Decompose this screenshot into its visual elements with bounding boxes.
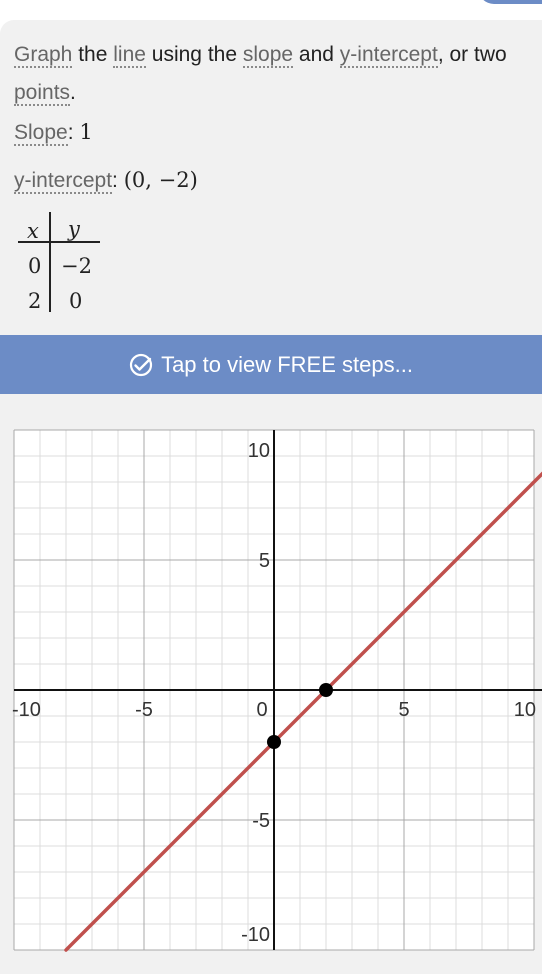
x-tick-label: 10	[514, 699, 536, 721]
x-tick-label: 0	[256, 699, 267, 721]
graph-area: -10 -5 0 5 10 10 5 -5 -10	[0, 400, 542, 974]
explanation-text: Graph the line using the slope and y-int…	[14, 36, 534, 112]
x-tick-label: -5	[135, 699, 153, 721]
y-tick-label: 10	[248, 440, 270, 462]
intro-text: and	[293, 43, 340, 66]
view-steps-button[interactable]: Tap to view FREE steps...	[0, 335, 542, 394]
y-tick-label: -10	[241, 924, 270, 946]
table-cell-x: 2	[28, 289, 42, 313]
intro-sentence: Graph the line using the slope and y-int…	[14, 36, 534, 112]
table-column-rule	[49, 212, 51, 312]
intro-text: using the	[145, 43, 243, 66]
slope-row: Slope: 1	[14, 120, 93, 146]
table-cell-y: 0	[69, 289, 83, 313]
y-tick-label: 5	[259, 550, 270, 572]
term-line[interactable]: line	[113, 43, 146, 68]
data-point	[319, 683, 333, 697]
intercept-sep: :	[112, 169, 124, 192]
table-header-x: x	[27, 219, 39, 243]
data-point	[267, 735, 281, 749]
view-steps-label: Tap to view FREE steps...	[161, 351, 413, 377]
table-header-y: y	[68, 217, 80, 241]
y-tick-label: -5	[252, 810, 270, 832]
line-graph: -10 -5 0 5 10 10 5 -5 -10	[12, 429, 542, 952]
term-graph[interactable]: Graph	[14, 43, 73, 68]
top-tab-decoration	[478, 0, 542, 4]
intro-text: , or two	[437, 43, 507, 66]
check-circle-icon	[129, 353, 153, 376]
slope-value: 1	[79, 120, 93, 144]
term-slope-label[interactable]: Slope	[14, 121, 68, 146]
term-points[interactable]: points	[14, 81, 71, 106]
intercept-value: (0, −2)	[123, 168, 198, 192]
table-cell-x: 0	[28, 254, 42, 278]
term-intercept-label[interactable]: y-intercept	[14, 169, 113, 194]
term-y-intercept[interactable]: y-intercept	[339, 43, 438, 68]
intro-text: the	[72, 43, 114, 66]
slope-sep: :	[67, 121, 80, 144]
term-slope[interactable]: slope	[242, 43, 294, 68]
x-tick-label: 5	[398, 699, 409, 721]
intro-text: .	[70, 81, 76, 104]
table-cell-y: −2	[61, 254, 92, 278]
intercept-row: y-intercept: (0, −2)	[14, 168, 198, 194]
x-tick-label: -10	[12, 699, 41, 721]
